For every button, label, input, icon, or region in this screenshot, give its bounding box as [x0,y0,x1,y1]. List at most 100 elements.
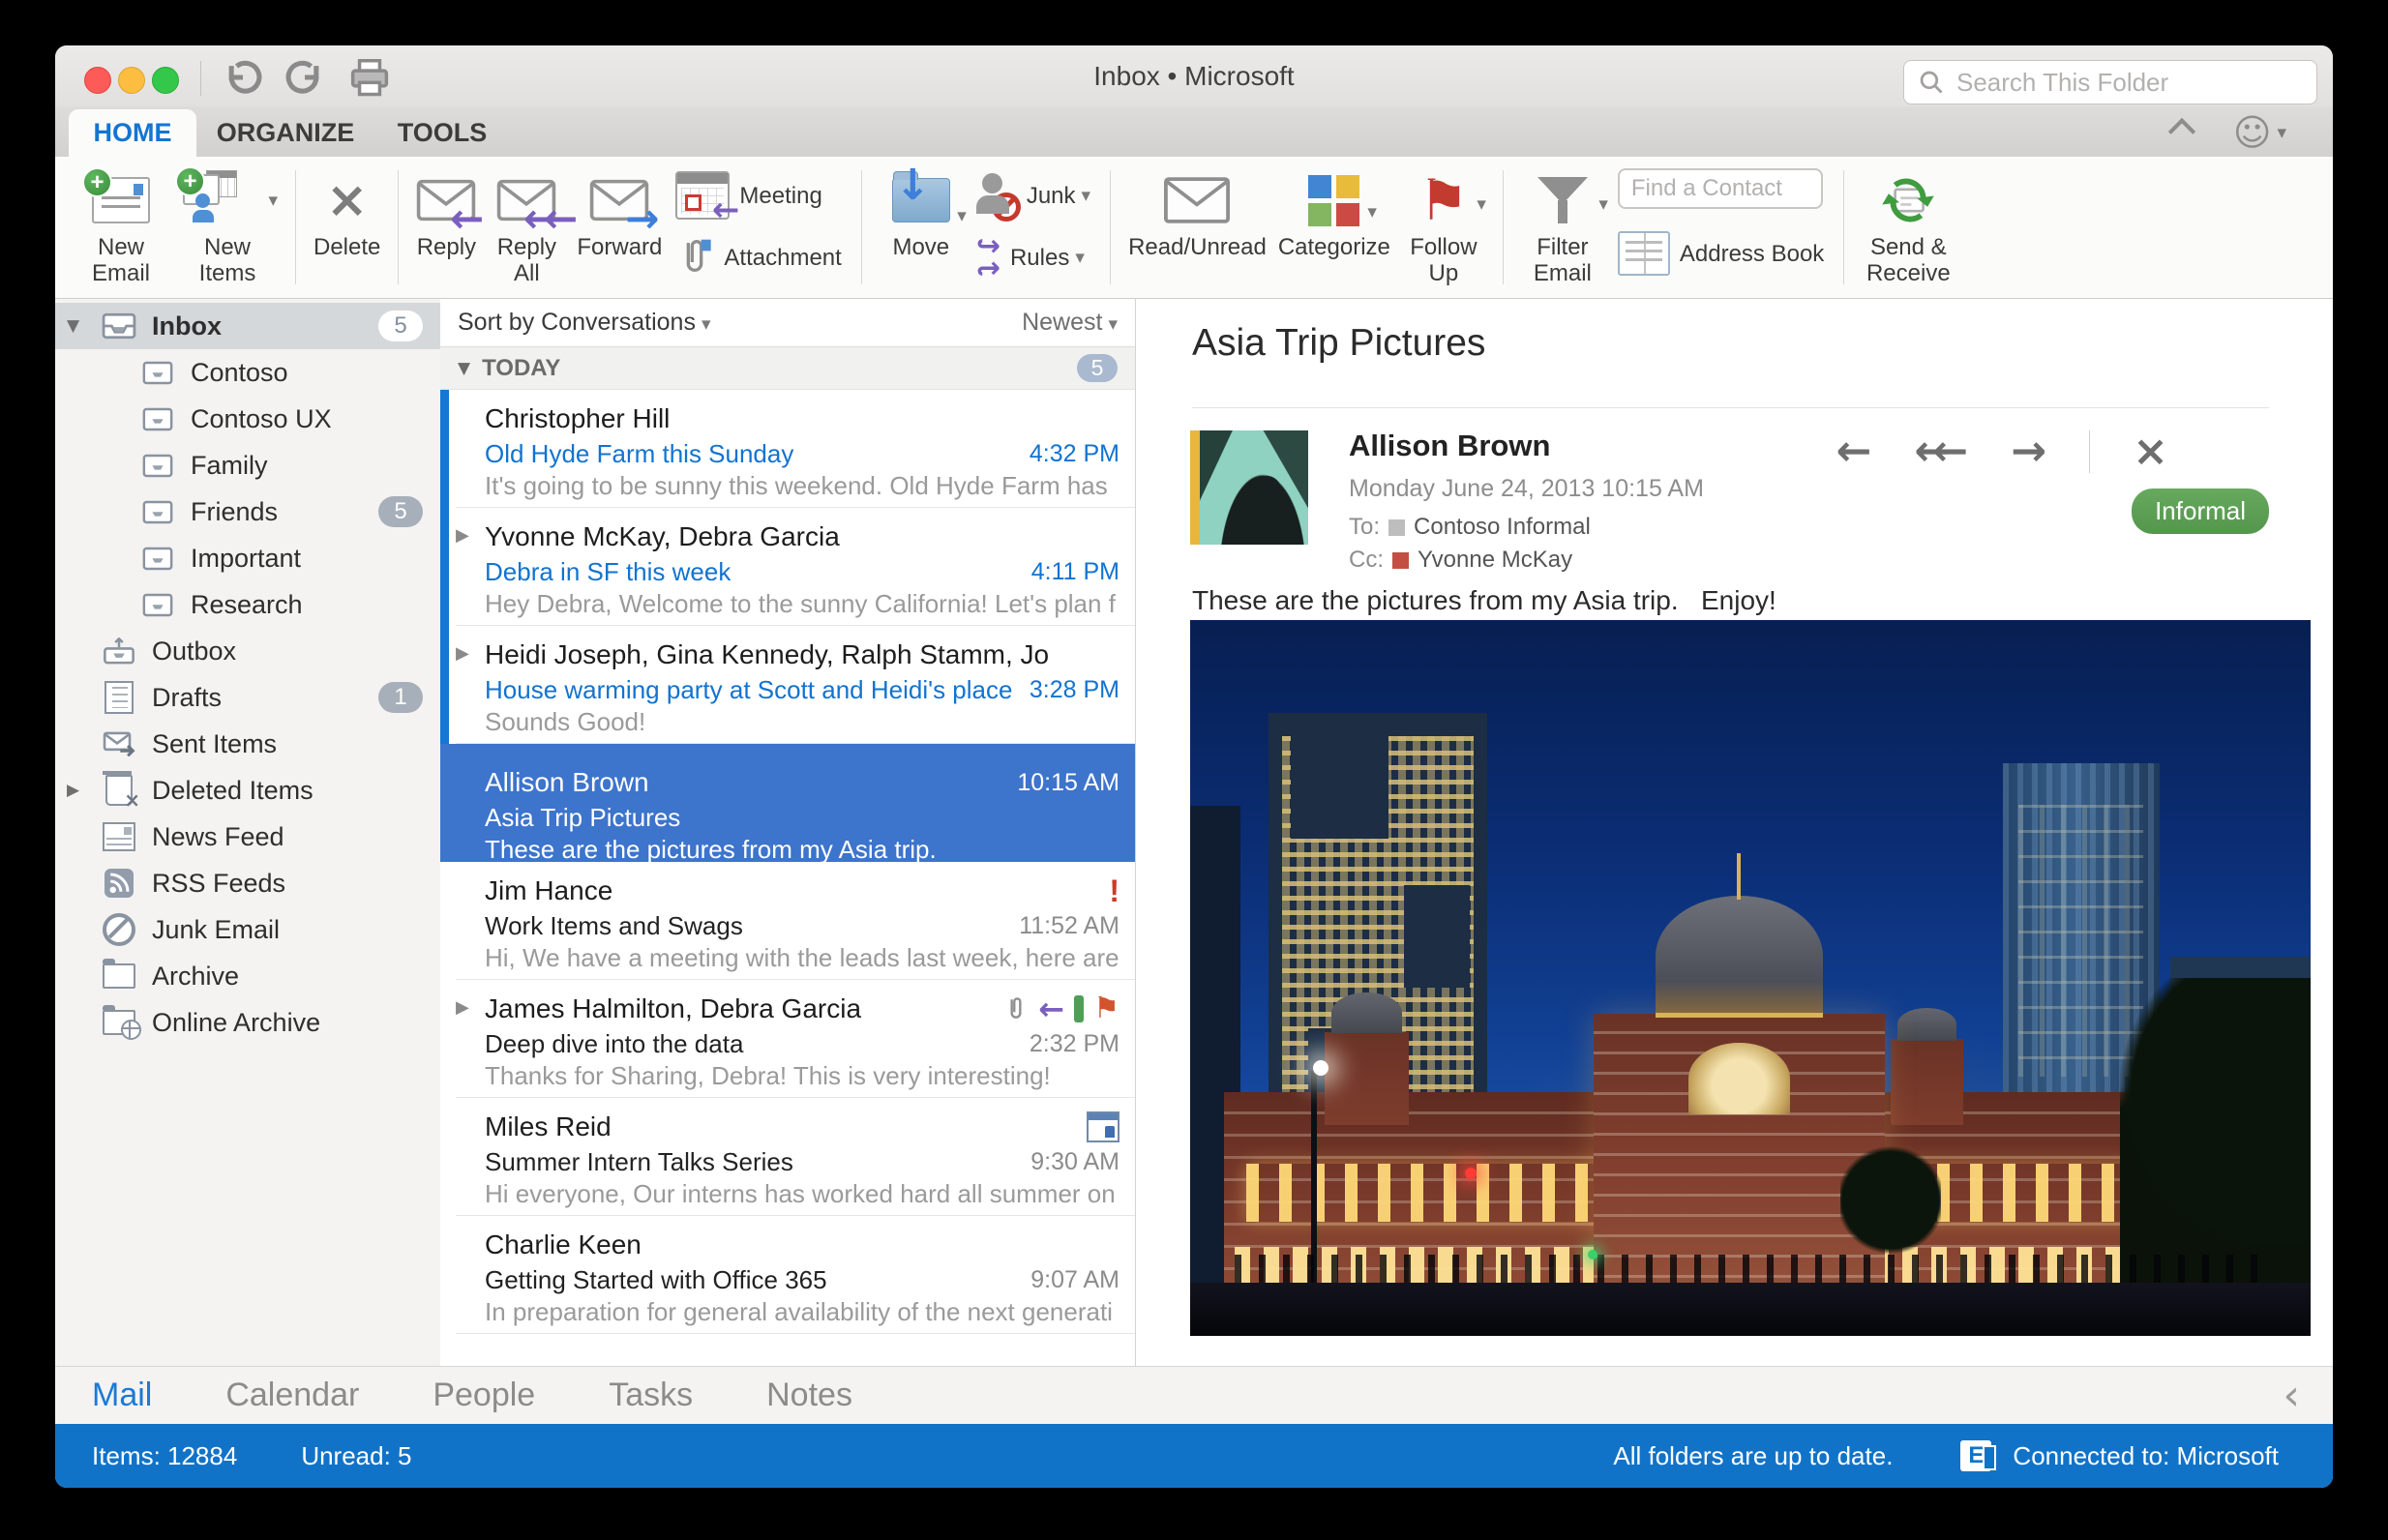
nav-calendar[interactable]: Calendar [225,1377,359,1414]
to-line: To: Contoso Informal [1349,514,1591,540]
sidebar-item-rss-feeds[interactable]: RSS Feeds [55,860,440,906]
search-input[interactable] [1955,66,2303,99]
follow-up-button[interactable]: ⚑ ▾ Follow Up [1402,167,1486,286]
sidebar-item-sent-items[interactable]: Sent Items [55,721,440,767]
unread-badge: 1 [378,682,423,713]
delete-x-icon: × [325,171,369,229]
group-header-today[interactable]: ▼ TODAY 5 [440,347,1135,390]
email-date: Monday June 24, 2013 10:15 AM [1349,475,1704,502]
disclosure-down-icon[interactable]: ▼ [67,316,79,336]
cc-presence-square [1392,551,1409,569]
main-area: ▼ Inbox 5 Contoso Contoso UX Family Frie… [55,299,2333,1366]
desktop: Inbox • Microsoft HOME ORGANIZE TOOLS ☺▾ [0,0,2388,1540]
ribbon: + New Email + ▾ New Items × Delete ← Rep… [55,157,2333,299]
tab-tools[interactable]: TOOLS [396,109,489,157]
message-row[interactable]: ▶ Yvonne McKay, Debra Garcia Debra in SF… [440,508,1135,626]
nav-people[interactable]: People [433,1377,535,1414]
reply-icon[interactable]: ← [1836,430,1872,473]
group-collapse-icon[interactable]: ▼ [458,359,470,378]
smiley-icon: ☺ [2232,111,2272,154]
ribbon-tab-band: HOME ORGANIZE TOOLS ☺ ▾ [55,106,2333,157]
sidebar-item-deleted-items[interactable]: ▶ × Deleted Items [55,767,440,814]
redo-icon[interactable] [284,59,326,101]
forward-button[interactable]: → Forward [577,168,662,260]
categorize-button[interactable]: ▾ Categorize [1278,168,1390,260]
delete-message-icon[interactable]: × [2133,430,2168,473]
message-list: Sort by Conversations ▾ Newest ▾ ▼ TODAY 5… [440,299,1136,1366]
sidebar-item-archive[interactable]: Archive [55,953,440,999]
reply-all-icon[interactable]: ←← [1915,430,1969,473]
message-row[interactable]: Charlie Keen Getting Started with Office… [440,1216,1135,1334]
meeting-button[interactable]: ← Meeting [675,168,841,229]
reading-pane: Asia Trip Pictures Allison Brown Monday … [1136,299,2333,1366]
tab-organize[interactable]: ORGANIZE [217,109,355,157]
message-row[interactable]: Miles Reid Summer Intern Talks Series 9:3… [440,1098,1135,1216]
sidebar-item-outbox[interactable]: Outbox [55,628,440,674]
disclosure-right-icon[interactable]: ▶ [67,781,79,800]
tab-home[interactable]: HOME [69,109,196,157]
new-items-button[interactable]: + ▾ New Items [175,166,278,286]
sidebar-item-contoso-ux[interactable]: Contoso UX [55,396,440,442]
sender-avatar[interactable] [1200,430,1308,545]
reply-all-button[interactable]: ←← Reply All [488,168,579,286]
sidebar-item-online-archive[interactable]: Online Archive [55,999,440,1046]
unread-badge: 5 [378,311,423,341]
nav-notes[interactable]: Notes [766,1377,852,1414]
collapse-panel-chevron[interactable]: ‹ [2283,1374,2300,1417]
nav-tasks[interactable]: Tasks [609,1377,693,1414]
sidebar-item-research[interactable]: Research [55,581,440,628]
rules-button[interactable]: ↪ ↪ Rules ▾ [976,230,1090,286]
forward-icon[interactable]: → [2011,430,2046,473]
message-row[interactable]: ▶ Heidi Joseph, Gina Kennedy, Ralph Stam… [440,626,1135,744]
folder-tray-icon [138,494,177,529]
email-body-text: These are the pictures from my Asia trip… [1192,585,1776,615]
find-contact-field[interactable] [1617,168,1823,209]
conversation-expand-icon[interactable]: ▶ [456,997,469,1018]
category-badge[interactable]: Informal [2132,489,2269,534]
conversation-expand-icon[interactable]: ▶ [456,525,469,546]
message-row[interactable]: Jim Hance! Work Items and Swags 11:52 AM … [440,862,1135,980]
sidebar-item-news-feed[interactable]: News Feed [55,814,440,860]
feedback-smiley-button[interactable]: ☺ ▾ [2233,114,2286,151]
sidebar-item-family[interactable]: Family [55,442,440,489]
undo-icon[interactable] [222,59,264,101]
send-receive-button[interactable]: Send & Receive [1862,168,1955,286]
new-email-button[interactable]: + New Email [76,167,165,286]
sidebar-item-important[interactable]: Important [55,535,440,581]
group-count-badge: 5 [1077,354,1118,382]
sent-items-icon [100,726,138,761]
message-row-selected[interactable]: Allison Brown 10:15 AM Asia Trip Pictures… [440,744,1135,864]
print-icon[interactable] [347,59,392,103]
sort-by-dropdown[interactable]: Sort by Conversations ▾ [458,309,711,337]
sort-order-dropdown[interactable]: Newest ▾ [1022,309,1118,337]
move-button[interactable]: ↓ ▾ Move [880,161,967,260]
delete-button[interactable]: × Delete [313,168,380,260]
close-window-button[interactable] [84,67,111,94]
attachment-button[interactable]: Attachment [675,230,842,284]
flag-icon: ⚑ [1418,167,1469,233]
forward-arrow-icon: → [625,194,660,242]
reply-button[interactable]: ← Reply [416,168,484,260]
header-divider [1192,407,2269,408]
sidebar-item-inbox[interactable]: ▼ Inbox 5 [55,303,440,349]
filter-email-button[interactable]: ▾ Filter Email [1521,168,1608,286]
folder-tray-icon [138,448,177,483]
conversation-expand-icon[interactable]: ▶ [456,643,469,664]
sidebar-item-junk-email[interactable]: Junk Email [55,906,440,953]
address-book-button[interactable]: Address Book [1617,230,1824,277]
folder-search-field[interactable] [1903,60,2317,104]
collapse-ribbon-button[interactable] [2167,114,2196,146]
find-contact-input[interactable] [1628,174,1811,203]
folder-tray-icon [138,355,177,390]
message-row[interactable]: Christopher Hill Old Hyde Farm this Sund… [440,390,1135,508]
sidebar-item-drafts[interactable]: Drafts 1 [55,674,440,721]
drafts-icon [100,680,138,715]
junk-button[interactable]: Junk ▾ [975,168,1090,222]
read-unread-button[interactable]: Read/Unread [1128,168,1267,260]
minimize-window-button[interactable] [118,67,145,94]
sidebar-item-contoso[interactable]: Contoso [55,349,440,396]
zoom-window-button[interactable] [152,67,179,94]
message-row[interactable]: ▶ James Halmilton, Debra Garcia ← ⚑ Deep… [440,980,1135,1098]
nav-mail[interactable]: Mail [92,1377,152,1414]
sidebar-item-friends[interactable]: Friends 5 [55,489,440,535]
